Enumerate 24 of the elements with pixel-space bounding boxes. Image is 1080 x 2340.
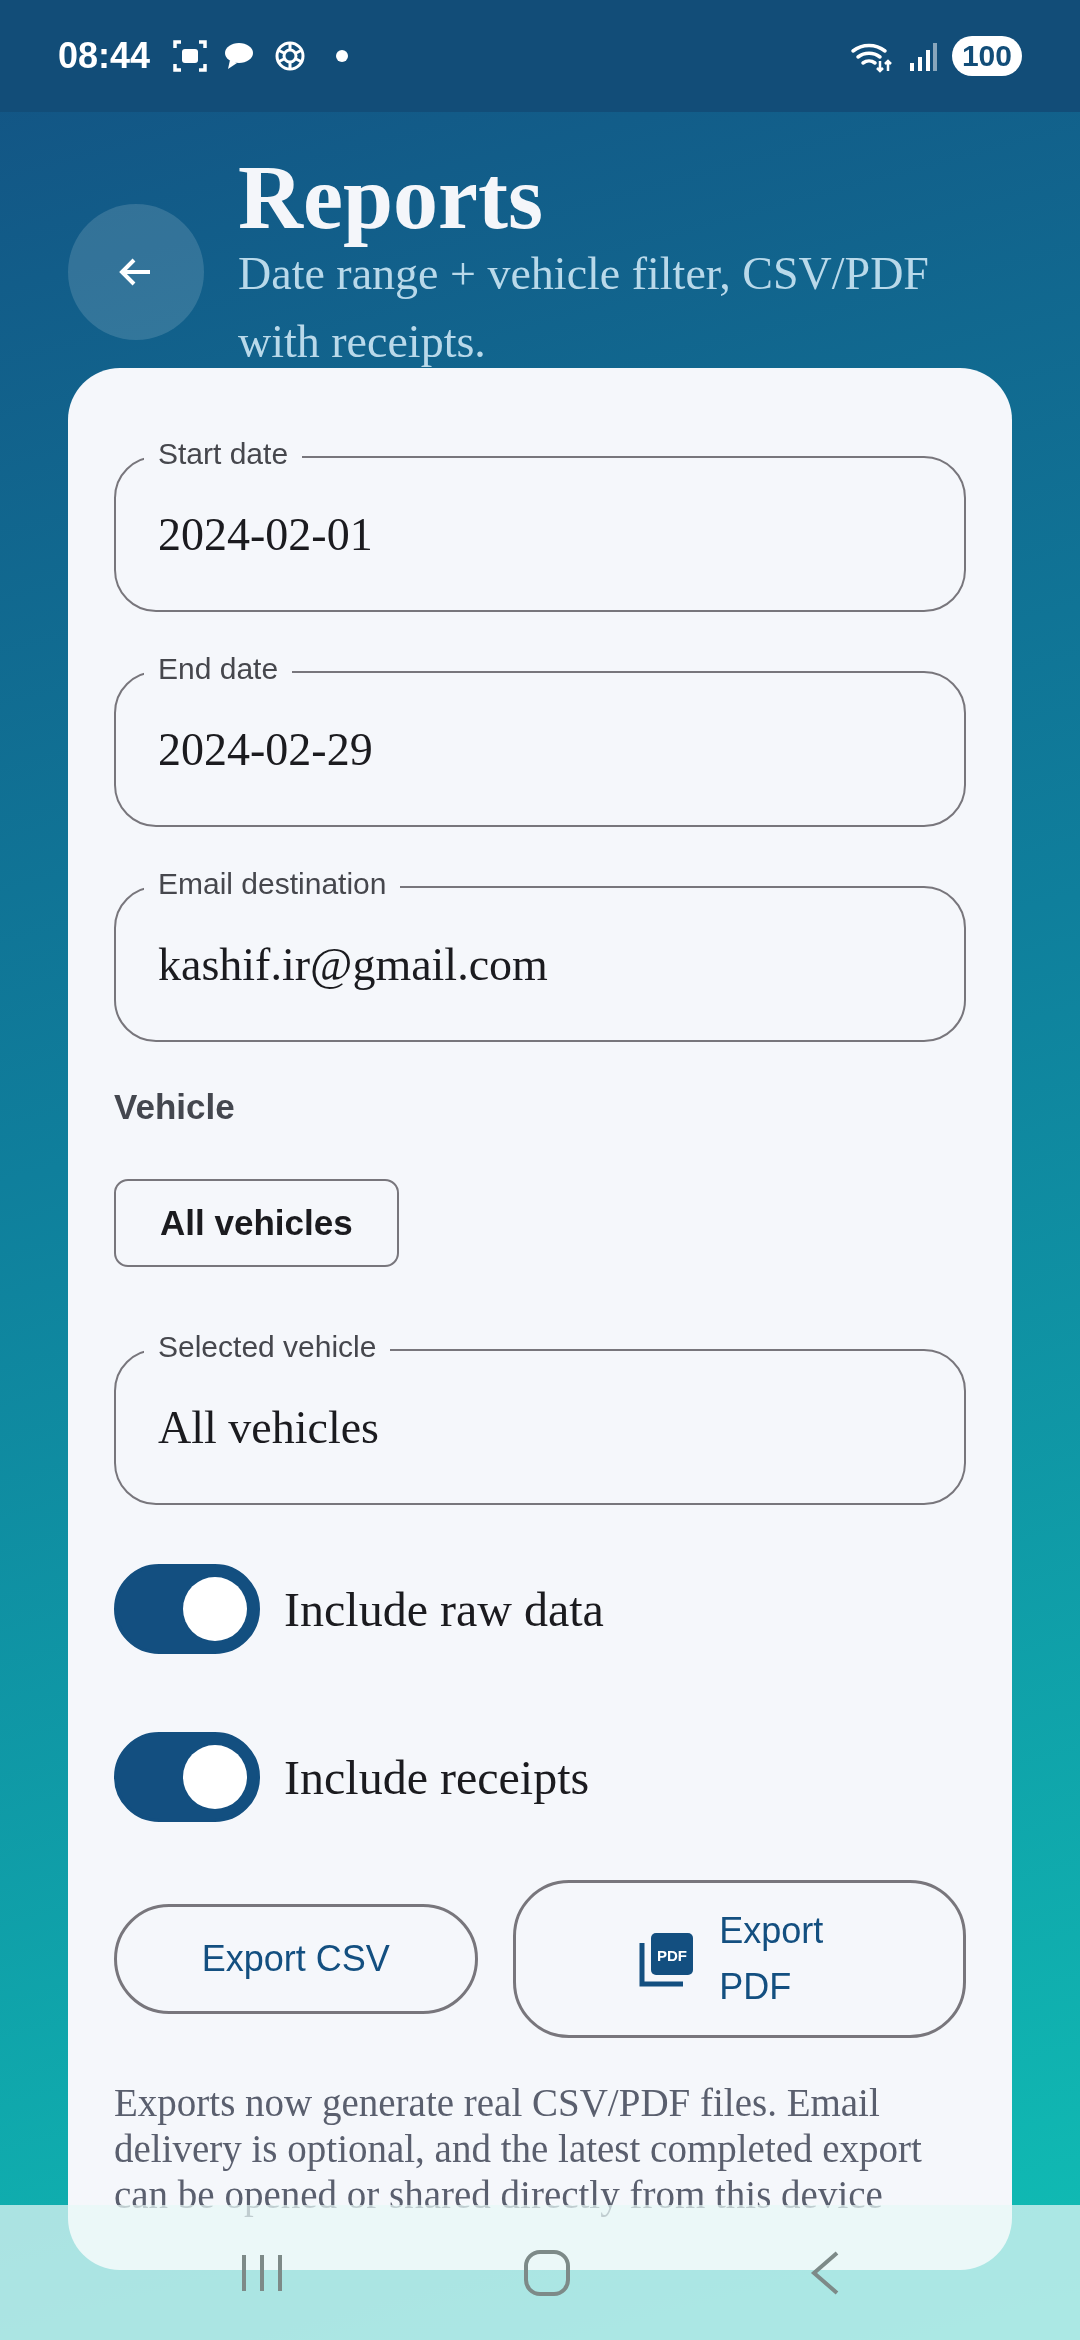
toggle-label: Include receipts (284, 1749, 590, 1805)
section-heading: Vehicle (114, 1087, 236, 1127)
export-button[interactable]: PDF Export PDF (512, 1880, 966, 2038)
page-subtitle: Date range + vehicle filter, CSV/PDF with receipts. (238, 247, 930, 369)
page-title: Reports (238, 147, 544, 249)
field-value: 2024-02-29 (158, 722, 373, 776)
field-value: All vehicles (158, 1400, 379, 1454)
battery-level: 100 (951, 36, 1022, 76)
text-field[interactable]: Start date 2024-02-01 (114, 436, 966, 612)
export-button[interactable]: Export CSV (114, 1904, 478, 2014)
info-text: Exports now generate real CSV/PDF files. Email delivery is optional, and the latest completed export can be opened or shared directly from this device (114, 2080, 923, 2218)
filter-chip[interactable]: All vehicles (114, 1179, 399, 1267)
status-time: 08:44 (58, 35, 151, 77)
field-value: 2024-02-01 (158, 507, 373, 561)
home-icon[interactable] (523, 2248, 571, 2297)
back-icon[interactable] (810, 2250, 841, 2295)
dropdown-field[interactable]: Selected vehicle All vehicles (114, 1329, 966, 1505)
text-field[interactable]: End date 2024-02-29 (114, 651, 966, 827)
recent-apps-icon[interactable] (239, 2252, 284, 2293)
screenshot-icon (172, 38, 209, 74)
text-field[interactable]: Email destination kashif.ir@gmail.com (114, 866, 966, 1042)
field-value: kashif.ir@gmail.com (158, 937, 548, 991)
toggle-label: Include raw data (284, 1581, 604, 1637)
notification-dot (336, 50, 349, 62)
